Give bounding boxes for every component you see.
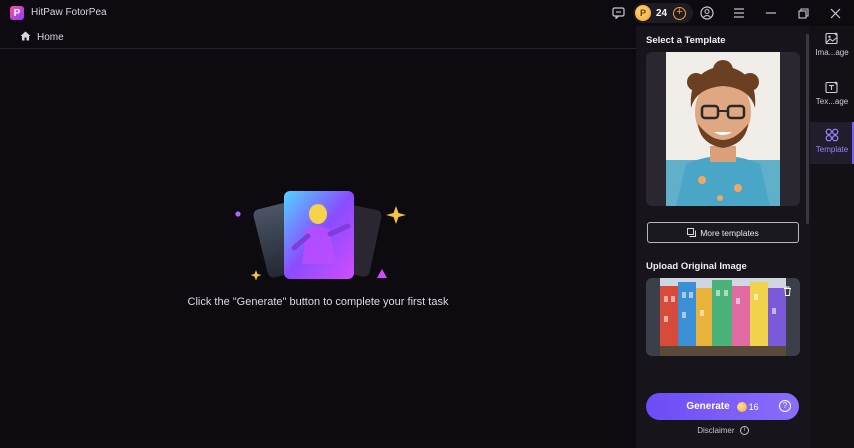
title-bar: P HitPaw FotorPea P 24 + xyxy=(0,0,854,26)
image-icon xyxy=(825,32,839,45)
empty-state-illustration xyxy=(232,186,412,286)
add-credits-button[interactable]: + xyxy=(673,6,687,20)
more-templates-button[interactable]: More templates xyxy=(647,222,799,243)
restore-icon[interactable] xyxy=(795,4,811,22)
divider xyxy=(0,48,636,49)
upload-image-title: Upload Original Image xyxy=(646,261,747,272)
user-account-icon[interactable] xyxy=(699,4,715,22)
template-icon xyxy=(825,128,839,142)
rail-label: Ima...age xyxy=(815,48,849,57)
minimize-icon[interactable] xyxy=(763,4,779,22)
text-to-image-icon xyxy=(825,81,839,94)
empty-state-message: Click the "Generate" button to complete … xyxy=(187,296,449,308)
select-template-title: Select a Template xyxy=(646,35,726,46)
app-logo-icon: P xyxy=(10,6,24,20)
home-icon xyxy=(20,28,31,46)
rail-label: Template xyxy=(815,145,849,154)
close-icon[interactable] xyxy=(827,4,843,22)
rail-label: Tex...age xyxy=(815,97,849,106)
delete-image-icon[interactable] xyxy=(783,286,792,296)
tool-rail: Ima...age Tex...age Template xyxy=(810,26,854,448)
coin-icon: P xyxy=(635,5,651,21)
menu-icon[interactable] xyxy=(731,4,747,22)
generate-cost: 16 xyxy=(748,401,759,412)
selected-template-thumbnail[interactable] xyxy=(646,52,800,206)
disclaimer-label: Disclaimer xyxy=(697,426,735,435)
rail-item-template[interactable]: Template xyxy=(810,122,854,164)
more-templates-label: More templates xyxy=(700,227,759,238)
rail-item-image-to-image[interactable]: Ima...age xyxy=(810,32,854,66)
uploaded-image-thumbnail[interactable] xyxy=(646,278,800,356)
info-icon: i xyxy=(739,426,749,436)
app-title: HitPaw FotorPea xyxy=(31,7,107,18)
settings-panel: Select a Template More templates Upload … xyxy=(636,26,810,448)
generate-button[interactable]: Generate 16 ? xyxy=(646,393,799,420)
generate-label: Generate xyxy=(686,401,730,412)
breadcrumb[interactable]: Home xyxy=(20,30,64,44)
disclaimer-link[interactable]: Disclaimer i xyxy=(636,426,810,436)
message-icon[interactable] xyxy=(610,4,626,22)
coin-icon xyxy=(736,401,747,412)
template-library-icon xyxy=(687,228,697,237)
breadcrumb-home[interactable]: Home xyxy=(37,32,64,43)
panel-scrollbar[interactable] xyxy=(806,34,809,224)
credits-count: 24 xyxy=(656,7,668,19)
rail-item-text-to-image[interactable]: Tex...age xyxy=(810,81,854,115)
help-icon[interactable]: ? xyxy=(779,400,791,412)
credits-balance[interactable]: P 24 + xyxy=(633,3,693,23)
